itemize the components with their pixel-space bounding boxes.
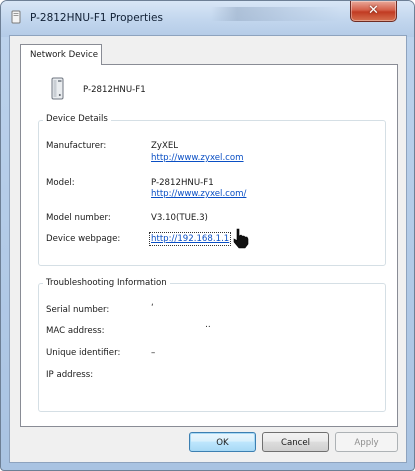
apply-button[interactable]: Apply [335,432,398,452]
model-label: Model: [46,178,75,188]
title-bar[interactable]: P-2812HNU-F1 Properties ✕ [1,1,414,37]
ok-label: OK [216,438,229,448]
manufacturer-value: ZyXEL [151,141,179,151]
manufacturer-label: Manufacturer: [46,141,107,151]
device-webpage-label: Device webpage: [46,234,121,244]
model-link[interactable]: http://www.zyxel.com/ [151,189,246,199]
model-number-value: V3.10(TUE.3) [151,213,208,223]
serial-number-value: ‘ [151,303,154,313]
unique-identifier-value: – [151,348,156,358]
manufacturer-link[interactable]: http://www.zyxel.com [151,153,244,163]
serial-number-label: Serial number: [46,305,110,315]
tab-network-device[interactable]: Network Device [20,44,102,65]
model-number-label: Model number: [46,213,111,223]
device-webpage-link[interactable]: http://192.168.1.1 [148,232,232,246]
close-icon: ✕ [368,3,379,18]
window-title: P-2812HNU-F1 Properties [30,12,163,24]
cancel-button[interactable]: Cancel [262,432,329,452]
properties-icon [11,10,21,24]
ok-button[interactable]: OK [189,432,256,452]
mac-address-value: ‥ [205,320,211,330]
unique-identifier-label: Unique identifier: [46,348,121,358]
tab-label: Network Device [30,50,99,60]
apply-label: Apply [354,438,379,448]
model-value: P-2812HNU-F1 [151,178,214,188]
device-details-legend: Device Details [43,114,111,124]
network-device-icon [51,77,64,100]
mac-address-label: MAC address: [46,326,105,336]
close-button[interactable]: ✕ [350,1,397,22]
device-name: P-2812HNU-F1 [83,85,146,95]
blurred-background [211,7,341,21]
hand-cursor-icon [233,228,249,249]
troubleshooting-legend: Troubleshooting Information [43,278,170,288]
cancel-label: Cancel [280,438,311,448]
ip-address-label: IP address: [46,370,94,380]
